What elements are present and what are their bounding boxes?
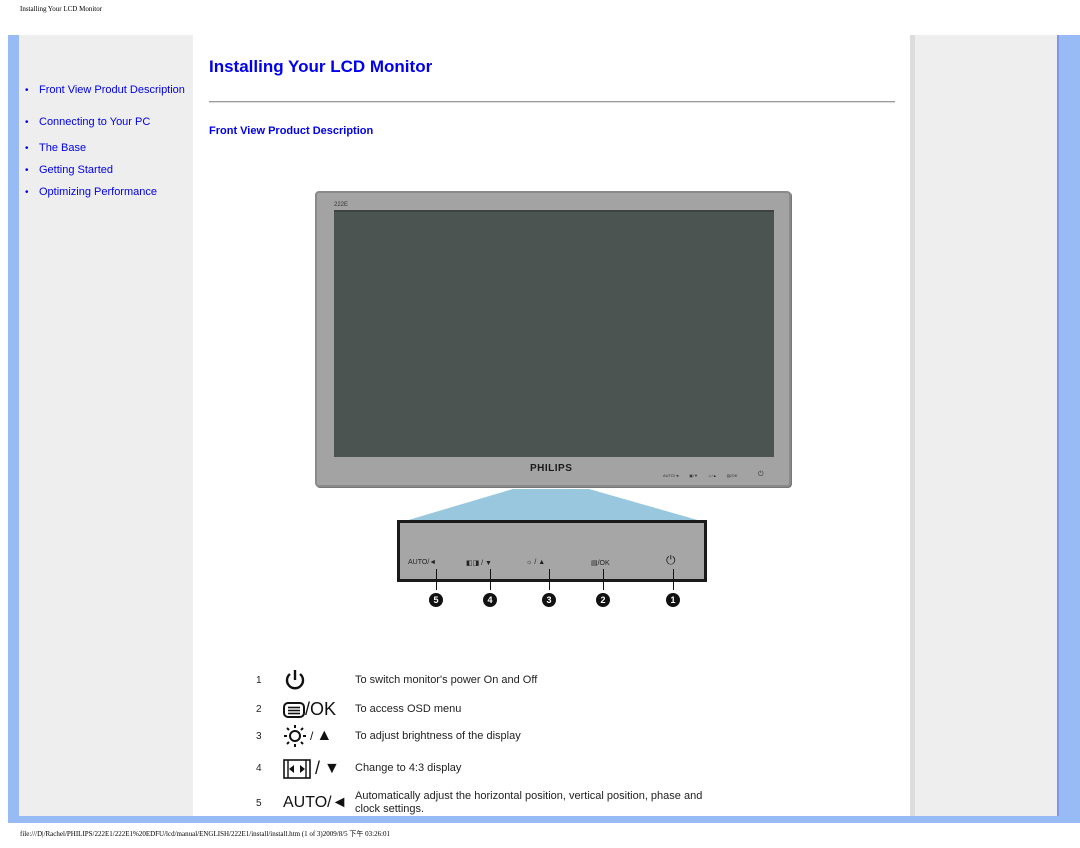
legend-number: 3 [256,730,262,742]
legend-number: 2 [256,704,262,715]
down-triangle-icon: ▼ [324,759,340,777]
sidebar-item-connecting: • Connecting to Your PC [25,116,150,128]
sidebar-link-optimizing[interactable]: Optimizing Performance [39,186,157,198]
left-stripe [8,35,18,823]
section-title: Front View Product Description [209,125,374,137]
panel-button-menu: ▤/OK [591,560,610,567]
icon-label: / [310,729,314,743]
legend-row: 4 / ▼ Change to 4:3 display [256,758,725,779]
mini-power-icon: ⏻ [758,471,764,478]
legend-number: 4 [256,763,262,774]
panel-button-brightness: ☼ / ▲ [526,559,546,566]
sidebar-item-front-view: • Front View Produt Description [25,84,185,96]
sidebar-item-getting-started: • Getting Started [25,164,113,176]
aspect-down-icon: / ▼ [283,758,355,779]
legend-description: Change to 4:3 display [355,762,462,774]
callout-1: 1 [666,593,680,607]
callout-5: 5 [429,593,443,607]
callout-4: 4 [483,593,497,607]
divider [209,101,895,103]
callout-3: 3 [542,593,556,607]
monitor-screen [334,210,774,457]
print-header: Installing Your LCD Monitor [20,5,103,13]
bullet-icon: • [25,116,29,128]
zoom-wedge [405,489,701,521]
bullet-icon: • [25,142,29,154]
button-panel-closeup: AUTO/◄ ◧◨ / ▼ ☼ / ▲ ▤/OK ⏻ [397,520,707,582]
legend-description: To adjust brightness of the display [355,729,521,742]
legend-row: 2 /OK To access OSD menu [256,699,725,720]
up-triangle-icon: ▲ [316,727,333,744]
legend-row: 1 To switch monitor's power On and Off [256,668,725,692]
bullet-icon: • [25,84,29,96]
callout-line [549,569,550,590]
power-icon [283,668,355,692]
callout-line [490,569,491,590]
monitor-illustration: 222E PHILIPS AUTO/◄ ▣/▼ ☼/▲ ▤/OK ⏻ [315,191,791,487]
sidebar-link-connecting[interactable]: Connecting to Your PC [39,116,150,128]
mini-button-aspect: ▣/▼ [689,473,698,478]
bullet-icon: • [25,164,29,176]
mini-button-menu: ▤/OK [726,473,738,478]
legend-description: To access OSD menu [355,703,462,715]
menu-ok-icon: /OK [283,699,355,720]
panel-button-power: ⏻ [666,553,676,567]
bullet-icon: • [25,186,29,198]
sidebar-link-base[interactable]: The Base [39,142,86,154]
print-footer: file:///D|/Rachel/PHILIPS/222E1/222E1%20… [20,830,391,838]
legend-row: 3 / ▲ To adjust brightness of the displa… [256,724,725,748]
brightness-up-icon: / ▲ [283,724,355,748]
monitor-buttons: AUTO/◄ ▣/▼ ☼/▲ ▤/OK [663,473,737,478]
callout-2: 2 [596,593,610,607]
icon-label: /OK [305,699,337,719]
legend-number: 5 [256,797,262,809]
panel-button-aspect: ◧◨ / ▼ [466,560,492,567]
callout-line [673,569,674,590]
mini-button-auto: AUTO/◄ [663,473,680,478]
right-edge [1057,35,1059,816]
icon-label: AUTO/◄ [283,794,348,811]
legend-description: To switch monitor's power On and Off [355,673,538,686]
callout-line [603,569,604,590]
sidebar-link-front-view[interactable]: Front View Produt Description [39,84,185,96]
legend-row: 5 AUTO/◄ Automatically adjust the horizo… [256,790,725,816]
auto-left-icon: AUTO/◄ [283,794,355,812]
sidebar-item-base: • The Base [25,142,86,154]
legend-description: Automatically adjust the horizontal posi… [355,790,703,815]
sidebar-link-getting-started[interactable]: Getting Started [39,164,113,176]
page-title: Installing Your LCD Monitor [209,57,433,76]
zoom-wedge-shape [405,489,701,521]
icon-label: / [315,758,321,778]
brand-logo: PHILIPS [530,463,573,474]
right-panel [910,35,1057,816]
callout-line [436,569,437,590]
sidebar-item-optimizing: • Optimizing Performance [25,186,157,198]
panel-button-auto: AUTO/◄ [408,559,437,566]
mini-button-brightness: ☼/▲ [707,473,717,478]
legend-number: 1 [256,674,262,686]
model-label: 222E [334,202,349,208]
